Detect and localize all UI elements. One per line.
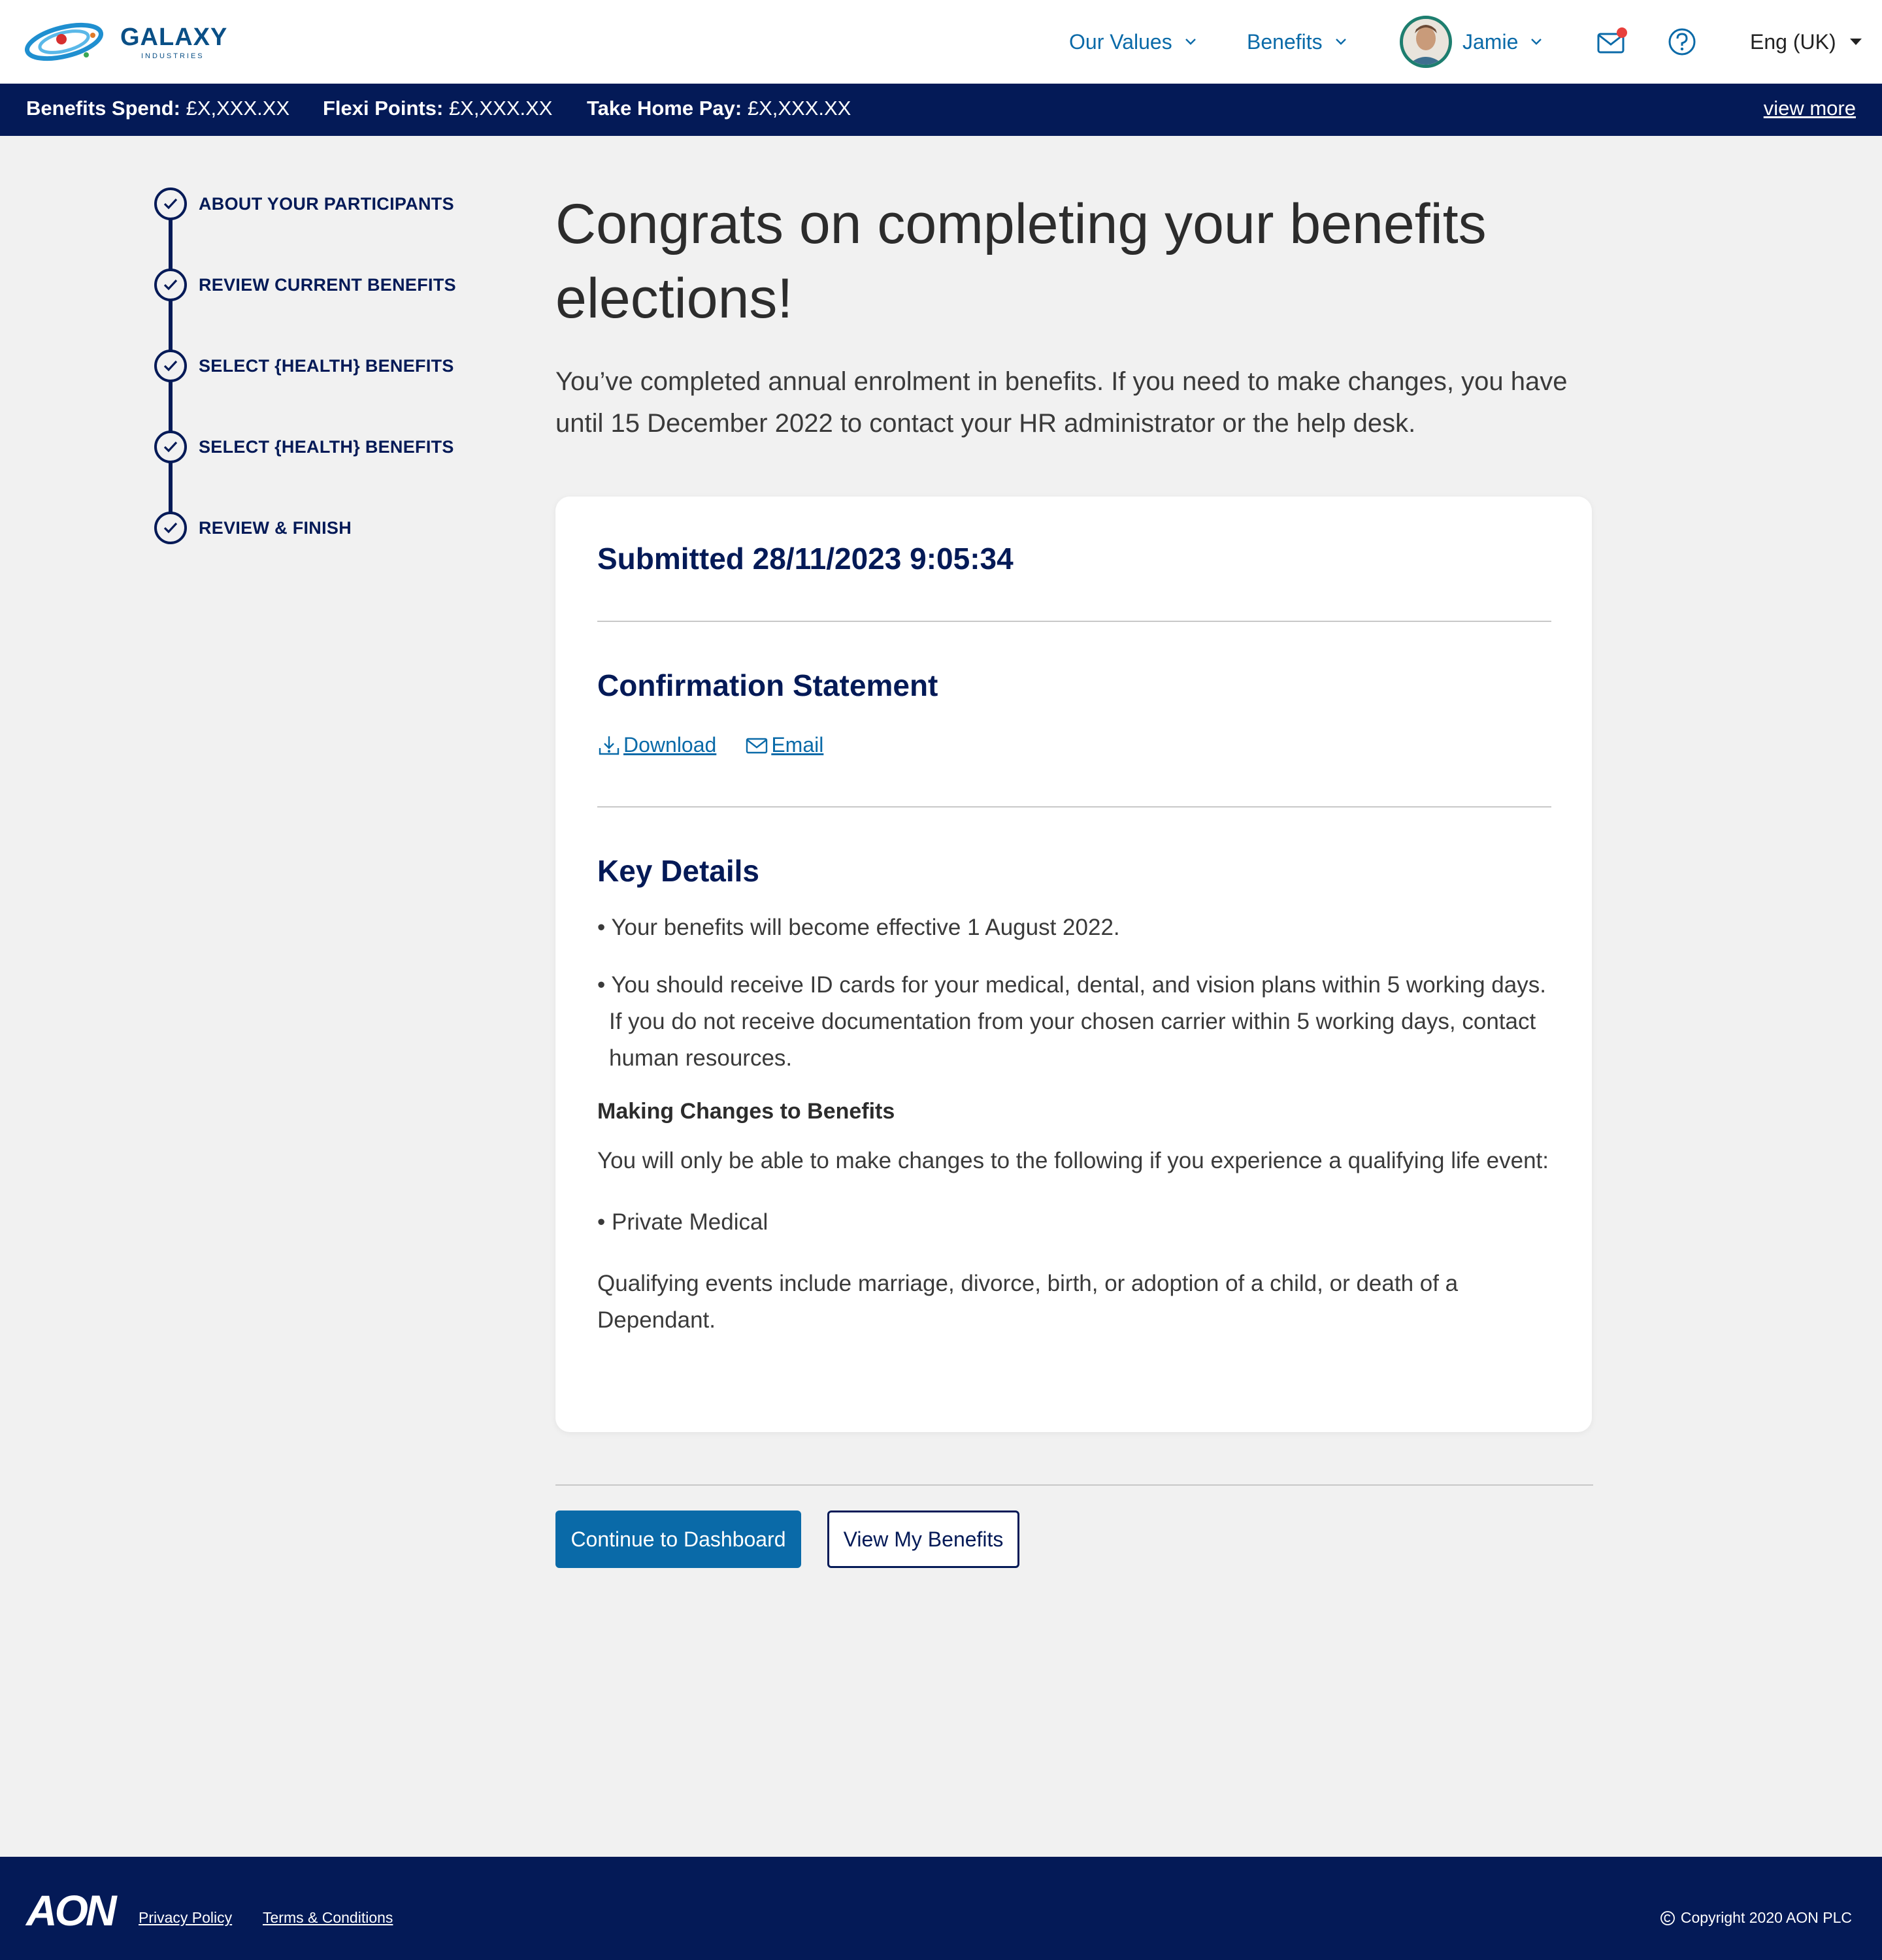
step-about-participants[interactable]: ABOUT YOUR PARTICIPANTS [154, 187, 454, 221]
continue-to-dashboard-button[interactable]: Continue to Dashboard [555, 1511, 801, 1568]
check-circle-icon [154, 512, 187, 544]
envelope-icon [746, 738, 768, 753]
benefits-summary-bar: Benefits Spend: £X,XXX.XX Flexi Points: … [0, 84, 1882, 136]
help-button[interactable] [1666, 26, 1698, 57]
mail-icon [1597, 27, 1627, 54]
submitted-timestamp: Submitted 28/11/2023 9:05:34 [597, 542, 1014, 576]
chevron-down-icon [1335, 39, 1346, 45]
nav-benefits[interactable]: Benefits [1247, 26, 1347, 57]
confirmation-statement-heading: Confirmation Statement [597, 668, 938, 702]
check-circle-icon [154, 431, 187, 463]
page-footer: AON Privacy Policy Terms & Conditions Co… [0, 1857, 1882, 1960]
progress-stepper: ABOUT YOUR PARTICIPANTS REVIEW CURRENT B… [154, 187, 494, 553]
user-photo [1403, 19, 1449, 65]
nav-our-values[interactable]: Our Values [1069, 26, 1197, 57]
card-divider [597, 806, 1551, 808]
language-label: Eng (UK) [1750, 29, 1836, 54]
terms-conditions-link[interactable]: Terms & Conditions [263, 1909, 393, 1927]
step-review-finish[interactable]: REVIEW & FINISH [154, 511, 352, 545]
notification-dot-icon [1617, 27, 1627, 38]
key-details-heading: Key Details [597, 854, 760, 888]
check-circle-icon [154, 188, 187, 220]
copyright-text: Copyright 2020 AON PLC [1680, 1909, 1852, 1926]
download-icon [599, 736, 619, 755]
take-home-pay-label: Take Home Pay: [587, 97, 742, 120]
confirmation-card: Submitted 28/11/2023 9:05:34 Confirmatio… [555, 497, 1592, 1432]
email-label: Email [771, 733, 824, 757]
download-link[interactable]: Download [597, 733, 716, 757]
take-home-pay-value: £X,XXX.XX [747, 97, 851, 120]
user-avatar[interactable] [1400, 16, 1452, 68]
user-menu[interactable]: Jamie [1462, 26, 1543, 57]
page-subtitle: You’ve completed annual enrolment in ben… [555, 367, 1568, 438]
copyright: Copyright 2020 AON PLC [1660, 1909, 1852, 1927]
email-link[interactable]: Email [745, 733, 823, 757]
key-details-content: • Your benefits will become effective 1 … [597, 909, 1551, 1364]
step-label: REVIEW CURRENT BENEFITS [199, 274, 456, 295]
user-name: Jamie [1462, 29, 1519, 54]
take-home-pay: Take Home Pay: £X,XXX.XX [587, 97, 851, 120]
statement-actions: Download Email [597, 733, 823, 757]
step-label: ABOUT YOUR PARTICIPANTS [199, 193, 454, 214]
nav-our-values-label: Our Values [1069, 29, 1172, 54]
flexi-points: Flexi Points: £X,XXX.XX [323, 97, 552, 120]
chevron-down-icon [1185, 39, 1196, 45]
top-header: GALAXY INDUSTRIES Our Values Benefits Ja… [0, 0, 1882, 84]
view-more-link[interactable]: view more [1764, 97, 1856, 120]
view-my-benefits-button[interactable]: View My Benefits [827, 1511, 1019, 1568]
logo-text: GALAXY [120, 24, 228, 51]
key-detail-item: • You should receive ID cards for your m… [597, 972, 1546, 1071]
benefits-spend-label: Benefits Spend: [26, 97, 180, 120]
privacy-policy-link[interactable]: Privacy Policy [139, 1909, 232, 1927]
page-title: Congrats on completing your benefits ele… [555, 193, 1487, 330]
key-detail-item: • Your benefits will become effective 1 … [597, 915, 1120, 940]
making-changes-heading: Making Changes to Benefits [597, 1099, 895, 1124]
step-review-current-benefits[interactable]: REVIEW CURRENT BENEFITS [154, 268, 456, 302]
step-label: SELECT {HEALTH} BENEFITS [199, 355, 454, 376]
logo-subtext: INDUSTRIES [141, 52, 205, 60]
changes-intro: You will only be able to make changes to… [597, 1148, 1549, 1173]
copyright-icon [1660, 1910, 1675, 1925]
actions-divider [555, 1484, 1593, 1486]
galaxy-logo[interactable]: GALAXY INDUSTRIES [24, 16, 233, 68]
flexi-points-value: £X,XXX.XX [448, 97, 553, 120]
download-label: Download [623, 733, 717, 757]
aon-logo: AON [26, 1886, 117, 1935]
language-selector[interactable]: Eng (UK) [1750, 26, 1862, 57]
chevron-down-icon [1531, 39, 1542, 45]
step-label: SELECT {HEALTH} BENEFITS [199, 436, 454, 457]
flexi-points-label: Flexi Points: [323, 97, 444, 120]
step-select-health-benefits-2[interactable]: SELECT {HEALTH} BENEFITS [154, 430, 454, 464]
step-select-health-benefits[interactable]: SELECT {HEALTH} BENEFITS [154, 349, 454, 383]
check-circle-icon [154, 350, 187, 382]
check-circle-icon [154, 269, 187, 301]
changes-item: • Private Medical [597, 1209, 768, 1235]
help-icon [1668, 28, 1696, 56]
benefits-spend-value: £X,XXX.XX [186, 97, 290, 120]
qualifying-events-text: Qualifying events include marriage, divo… [597, 1271, 1459, 1333]
benefits-spend: Benefits Spend: £X,XXX.XX [26, 97, 289, 120]
caret-down-icon [1849, 39, 1862, 45]
nav-benefits-label: Benefits [1247, 29, 1323, 54]
galaxy-logo-mark [24, 22, 104, 61]
step-label: REVIEW & FINISH [199, 517, 352, 538]
card-divider [597, 621, 1551, 622]
messages-button[interactable] [1596, 26, 1627, 57]
